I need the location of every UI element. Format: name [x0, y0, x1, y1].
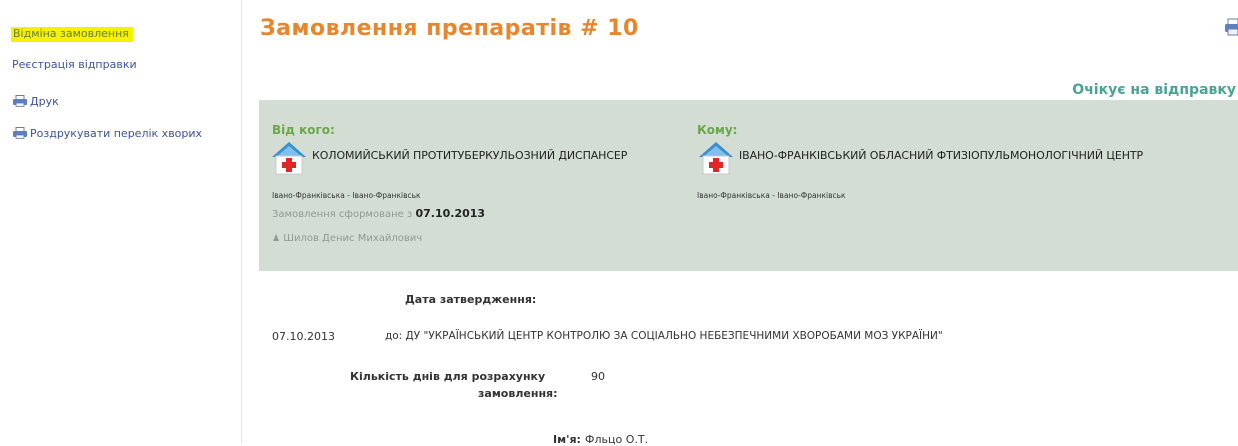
approval-date-label: Дата затвердження:: [405, 293, 537, 306]
order-date: 07.10.2013: [415, 207, 486, 220]
cancel-order-link[interactable]: Відміна замовлення: [11, 27, 133, 42]
order-parties-panel: [259, 100, 1238, 271]
print-label: Друк: [30, 95, 59, 108]
page-title: Замовлення препаратів # 10: [260, 16, 639, 41]
status-text: Очікує на відправку: [1072, 82, 1236, 98]
from-location: Івано-Франківська - Івано-Франківськ: [272, 191, 421, 200]
days-label-cont: замовлення:: [478, 387, 558, 400]
printer-icon[interactable]: [1224, 18, 1238, 36]
print-patients-list-link[interactable]: Роздрукувати перелік хворих: [12, 127, 222, 141]
to-label: Кому:: [697, 123, 738, 137]
author-line: ♟ Шилов Денис Михайлович: [272, 233, 422, 244]
sidebar: Відміна замовлення Реєстрація відправки …: [0, 0, 240, 443]
sidebar-divider: [241, 0, 242, 443]
to-org-name: Івано-Франківський обласний фтизіопульмо…: [739, 149, 1144, 162]
to-location: Івано-Франківська - Івано-Франківськ: [697, 191, 846, 200]
order-formed-label: Замовлення сформоване з: [272, 209, 413, 220]
days-label: Кількість днів для розрахунку: [350, 370, 546, 383]
print-patients-list-label: Роздрукувати перелік хворих: [30, 127, 203, 140]
from-label: Від кого:: [272, 123, 335, 137]
name-value: Фльцо О.Т.: [585, 433, 649, 446]
approval-date-value: 07.10.2013: [272, 330, 335, 343]
hospital-house-icon: [272, 142, 306, 175]
printer-icon: [13, 95, 27, 107]
hospital-house-icon: [699, 142, 733, 175]
user-icon: ♟: [272, 234, 281, 244]
approval-recipient: до: ДУ "УКРАЇНСЬКИЙ ЦЕНТР КОНТРОЛЮ ЗА СО…: [385, 330, 943, 342]
days-value: 90: [591, 370, 605, 383]
from-org-name: Коломийський протитуберкульозний диспанс…: [312, 149, 628, 162]
author-name: Шилов Денис Михайлович: [283, 233, 423, 244]
register-shipment-link[interactable]: Реєстрація відправки: [12, 58, 137, 72]
name-label: Ім'я:: [553, 433, 581, 446]
order-formed-line: Замовлення сформоване з 07.10.2013: [272, 207, 485, 220]
print-link[interactable]: Друк: [12, 95, 59, 109]
print-list-icon: [13, 127, 27, 139]
